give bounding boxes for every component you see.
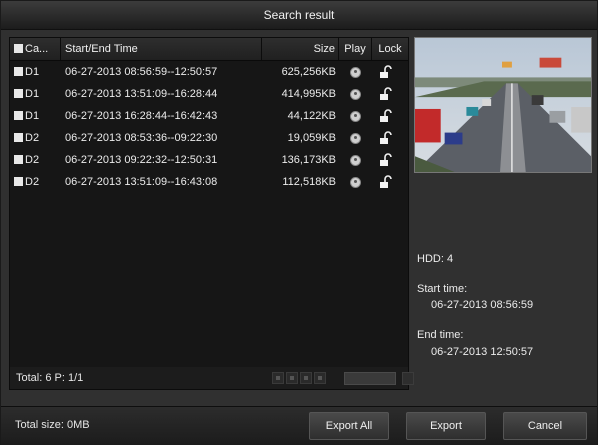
play-icon[interactable] bbox=[350, 133, 361, 144]
unlock-icon[interactable] bbox=[378, 131, 392, 145]
row-size: 136,173KB bbox=[281, 154, 336, 166]
bottom-bar: Total size: 0MB Export All Export Cancel bbox=[1, 406, 597, 445]
row-time: 06-27-2013 08:53:36--09:22:30 bbox=[65, 132, 218, 144]
end-time-label: End time: bbox=[417, 329, 464, 341]
unlock-icon[interactable] bbox=[378, 87, 392, 101]
row-camera: D1 bbox=[25, 110, 40, 122]
row-checkbox[interactable] bbox=[14, 177, 23, 186]
row-checkbox[interactable] bbox=[14, 133, 23, 142]
next-page-button[interactable] bbox=[300, 372, 312, 384]
last-page-button[interactable] bbox=[314, 372, 326, 384]
play-icon[interactable] bbox=[350, 89, 361, 100]
list-status-bar: Total: 6 P: 1/1 bbox=[9, 367, 414, 390]
play-icon[interactable] bbox=[350, 177, 361, 188]
table-row[interactable]: D1 06-27-2013 08:56:59--12:50:57 625,256… bbox=[10, 61, 408, 83]
row-camera: D1 bbox=[25, 88, 40, 100]
row-camera: D2 bbox=[25, 154, 40, 166]
table-row[interactable]: D2 06-27-2013 09:22:32--12:50:31 136,173… bbox=[10, 149, 408, 171]
prev-page-button[interactable] bbox=[286, 372, 298, 384]
unlock-icon[interactable] bbox=[378, 153, 392, 167]
table-row[interactable]: D1 06-27-2013 13:51:09--16:28:44 414,995… bbox=[10, 83, 408, 105]
play-icon[interactable] bbox=[350, 111, 361, 122]
table-row[interactable]: D2 06-27-2013 08:53:36--09:22:30 19,059K… bbox=[10, 127, 408, 149]
row-checkbox[interactable] bbox=[14, 89, 23, 98]
header-size[interactable]: Size bbox=[262, 38, 339, 60]
cancel-button[interactable]: Cancel bbox=[503, 412, 587, 440]
row-size: 44,122KB bbox=[287, 110, 336, 122]
page-input[interactable] bbox=[344, 372, 396, 385]
unlock-icon[interactable] bbox=[378, 175, 392, 189]
row-time: 06-27-2013 08:56:59--12:50:57 bbox=[65, 66, 218, 78]
row-checkbox[interactable] bbox=[14, 155, 23, 164]
row-size: 112,518KB bbox=[282, 176, 336, 188]
row-time: 06-27-2013 13:51:09--16:28:44 bbox=[65, 88, 218, 100]
header-camera[interactable]: Ca... bbox=[10, 38, 61, 60]
row-camera: D2 bbox=[25, 132, 40, 144]
row-camera: D2 bbox=[25, 176, 40, 188]
search-result-window: Search result Ca... Start/End Time Size … bbox=[0, 0, 598, 445]
row-size: 414,995KB bbox=[281, 88, 336, 100]
start-time-value: 06-27-2013 08:56:59 bbox=[431, 299, 534, 311]
window-title: Search result bbox=[1, 1, 597, 30]
table-row[interactable]: D2 06-27-2013 13:51:09--16:43:08 112,518… bbox=[10, 171, 408, 193]
row-camera: D1 bbox=[25, 66, 40, 78]
list-rows: D1 06-27-2013 08:56:59--12:50:57 625,256… bbox=[10, 61, 408, 193]
go-page-button[interactable] bbox=[402, 372, 414, 385]
list-header: Ca... Start/End Time Size Play Lock bbox=[10, 38, 408, 61]
row-size: 19,059KB bbox=[287, 132, 336, 144]
select-all-checkbox[interactable] bbox=[14, 44, 23, 53]
row-time: 06-27-2013 09:22:32--12:50:31 bbox=[65, 154, 218, 166]
hdd-label: HDD: 4 bbox=[417, 253, 454, 265]
end-time-value: 06-27-2013 12:50:57 bbox=[431, 346, 534, 358]
unlock-icon[interactable] bbox=[378, 109, 392, 123]
unlock-icon[interactable] bbox=[378, 65, 392, 79]
recording-list: Ca... Start/End Time Size Play Lock D1 0… bbox=[9, 37, 409, 369]
row-size: 625,256KB bbox=[281, 66, 336, 78]
start-time-label: Start time: bbox=[417, 283, 468, 295]
first-page-button[interactable] bbox=[272, 372, 284, 384]
row-checkbox[interactable] bbox=[14, 67, 23, 76]
play-icon[interactable] bbox=[350, 155, 361, 166]
header-time[interactable]: Start/End Time bbox=[61, 38, 262, 60]
header-play: Play bbox=[339, 38, 372, 60]
export-all-button[interactable]: Export All bbox=[309, 412, 389, 440]
row-time: 06-27-2013 13:51:09--16:43:08 bbox=[65, 176, 218, 188]
total-count: Total: 6 P: 1/1 bbox=[16, 372, 84, 384]
row-time: 06-27-2013 16:28:44--16:42:43 bbox=[65, 110, 218, 122]
video-preview-thumbnail bbox=[414, 37, 592, 173]
row-checkbox[interactable] bbox=[14, 111, 23, 120]
play-icon[interactable] bbox=[350, 67, 361, 78]
header-lock: Lock bbox=[378, 43, 402, 55]
export-button[interactable]: Export bbox=[406, 412, 486, 440]
total-size: Total size: 0MB bbox=[15, 419, 90, 431]
table-row[interactable]: D1 06-27-2013 16:28:44--16:42:43 44,122K… bbox=[10, 105, 408, 127]
